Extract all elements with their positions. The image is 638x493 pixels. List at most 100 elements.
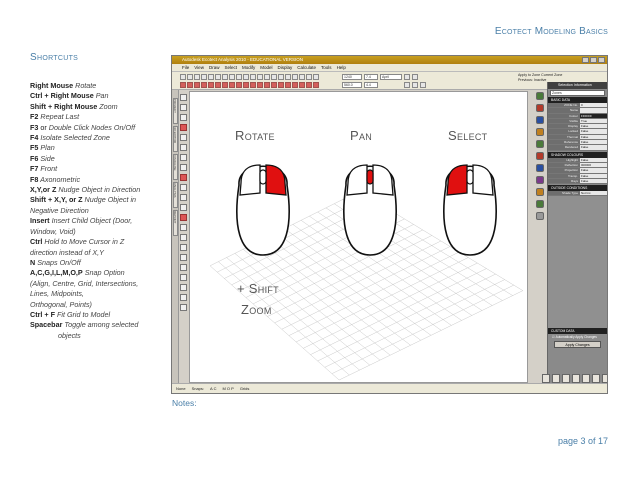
drawing-tool-icon[interactable] [180, 164, 187, 171]
drawing-tool-icon[interactable] [180, 194, 187, 201]
side-tab[interactable]: REPORT [173, 210, 178, 236]
bottom-tool-icon[interactable] [582, 374, 590, 383]
menu-item[interactable]: Tools [321, 64, 332, 71]
bottom-tool-icon[interactable] [552, 374, 560, 383]
toolbar-tool-icon[interactable] [278, 82, 284, 88]
drawing-tool-icon[interactable] [180, 124, 187, 131]
toolbar-button-icon[interactable] [180, 74, 186, 80]
drawing-tool-icon[interactable] [180, 104, 187, 111]
side-tab[interactable]: ANALYSIS [173, 182, 178, 208]
display-mode-icon[interactable] [536, 104, 544, 112]
bottom-tool-icon[interactable] [572, 374, 580, 383]
property-row[interactable]: Rays False [548, 178, 607, 185]
property-value[interactable]: False [580, 178, 607, 184]
property-value[interactable]: False [580, 140, 607, 145]
toolbar-tool-icon[interactable] [236, 82, 242, 88]
property-value[interactable]: False [580, 173, 607, 178]
drawing-tool-icon[interactable] [180, 214, 187, 221]
toolbar-tool-icon[interactable] [222, 82, 228, 88]
property-value[interactable]: False [580, 168, 607, 173]
toolbar-tool-icon[interactable] [187, 82, 193, 88]
drawing-tool-icon[interactable] [180, 134, 187, 141]
toolbar-option-icon[interactable] [404, 74, 410, 80]
menu-item[interactable]: Help [337, 64, 346, 71]
toolbar-tool-icon[interactable] [201, 82, 207, 88]
property-value[interactable]: 000000 [580, 162, 607, 168]
menu-item[interactable]: Modify [242, 64, 255, 71]
drawing-tool-icon[interactable] [180, 284, 187, 291]
side-tab[interactable]: VISUALISE [173, 154, 178, 180]
toolbar-button-icon[interactable] [236, 74, 242, 80]
drawing-tool-icon[interactable] [180, 184, 187, 191]
toolbar-tool-icon[interactable] [292, 82, 298, 88]
display-mode-icon[interactable] [536, 140, 544, 148]
menu-item[interactable]: Select [224, 64, 237, 71]
display-mode-icon[interactable] [536, 152, 544, 160]
side-tab[interactable]: 3D EDITOR [173, 126, 178, 152]
drawing-tool-icon[interactable] [180, 154, 187, 161]
drawing-tool-icon[interactable] [180, 94, 187, 101]
toolbar-button-icon[interactable] [264, 74, 270, 80]
display-mode-icon[interactable] [536, 212, 544, 220]
display-mode-icon[interactable] [536, 164, 544, 172]
toolbar-tool-icon[interactable] [264, 82, 270, 88]
drawing-tool-icon[interactable] [180, 244, 187, 251]
step-combo[interactable]: 4.4 [364, 82, 378, 88]
drawing-tool-icon[interactable] [180, 274, 187, 281]
menu-item[interactable]: File [182, 64, 189, 71]
toolbar-tool-icon[interactable] [229, 82, 235, 88]
toolbar-tool-icon[interactable] [208, 82, 214, 88]
drawing-tool-icon[interactable] [180, 224, 187, 231]
menu-item[interactable]: Model [260, 64, 272, 71]
zones-dropdown[interactable]: Zones [550, 90, 605, 96]
toolbar-button-icon[interactable] [257, 74, 263, 80]
drawing-tool-icon[interactable] [180, 234, 187, 241]
toolbar-button-icon[interactable] [271, 74, 277, 80]
menu-item[interactable]: View [194, 64, 204, 71]
units-combo[interactable]: 1240 [342, 74, 362, 80]
apply-changes-button[interactable]: Apply Changes [554, 341, 601, 349]
property-value[interactable]: False [580, 157, 607, 162]
drawing-tool-icon[interactable] [180, 204, 187, 211]
toolbar-tool-icon[interactable] [299, 82, 305, 88]
property-value[interactable]: False [580, 124, 607, 129]
property-value[interactable]: 0 [580, 103, 607, 108]
display-mode-icon[interactable] [536, 128, 544, 136]
bottom-tool-icon[interactable] [562, 374, 570, 383]
toolbar-tool-icon[interactable] [243, 82, 249, 88]
toolbar-tool-icon[interactable] [250, 82, 256, 88]
display-mode-icon[interactable] [536, 176, 544, 184]
menu-item[interactable]: Calculate [297, 64, 316, 71]
bottom-tool-icon[interactable] [602, 374, 607, 383]
toolbar-button-icon[interactable] [299, 74, 305, 80]
toolbar-tool-icon[interactable] [194, 82, 200, 88]
value-combo[interactable]: 7.4 [364, 74, 378, 80]
toolbar-option-icon[interactable] [404, 82, 410, 88]
toolbar-button-icon[interactable] [313, 74, 319, 80]
toolbar-button-icon[interactable] [201, 74, 207, 80]
display-mode-icon[interactable] [536, 200, 544, 208]
bottom-tool-icon[interactable] [592, 374, 600, 383]
auto-apply-checkbox[interactable]: ☑ Automatically Apply Changes [548, 334, 607, 340]
toolbar-button-icon[interactable] [292, 74, 298, 80]
minimize-button[interactable] [582, 57, 589, 63]
property-value[interactable]: Not Inc. [580, 191, 607, 196]
toolbar-option-icon[interactable] [412, 82, 418, 88]
drawing-tool-icon[interactable] [180, 114, 187, 121]
display-mode-icon[interactable] [536, 188, 544, 196]
toolbar-button-icon[interactable] [250, 74, 256, 80]
property-value[interactable]: False [580, 134, 607, 140]
toolbar-option-icon[interactable] [420, 82, 426, 88]
toolbar-tool-icon[interactable] [271, 82, 277, 88]
toolbar-button-icon[interactable] [187, 74, 193, 80]
toolbar-button-icon[interactable] [194, 74, 200, 80]
toolbar-button-icon[interactable] [285, 74, 291, 80]
toolbar-button-icon[interactable] [222, 74, 228, 80]
toolbar-tool-icon[interactable] [180, 82, 186, 88]
property-value[interactable]: FFFFFF [580, 113, 607, 118]
drawing-tool-icon[interactable] [180, 264, 187, 271]
toolbar-button-icon[interactable] [243, 74, 249, 80]
menu-item[interactable]: Draw [209, 64, 220, 71]
toolbar-button-icon[interactable] [278, 74, 284, 80]
drawing-tool-icon[interactable] [180, 294, 187, 301]
